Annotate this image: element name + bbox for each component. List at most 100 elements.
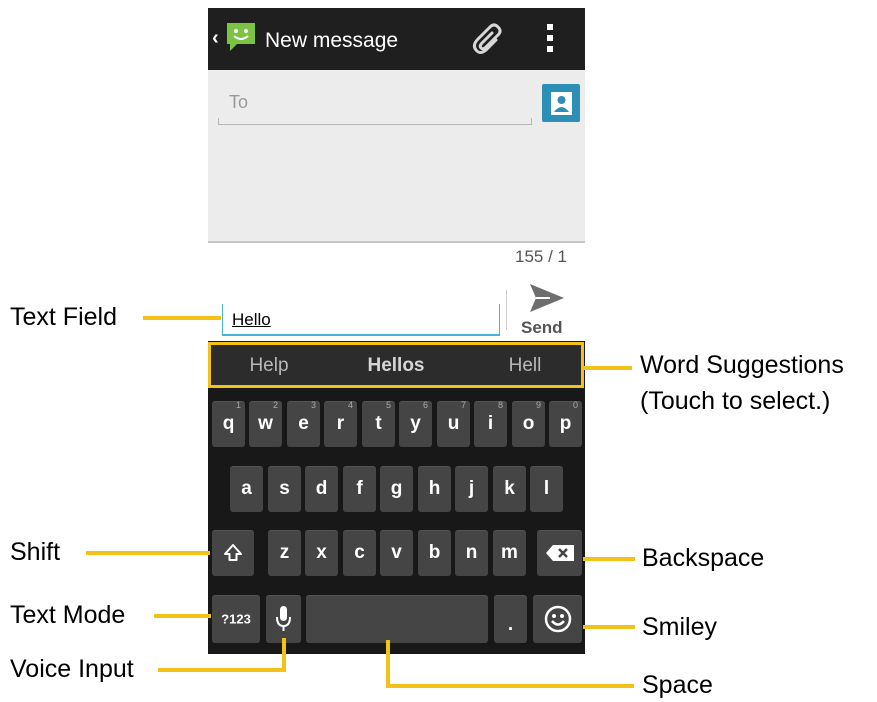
key-g[interactable]: g <box>380 466 413 512</box>
key-label: ?123 <box>221 611 251 627</box>
key-label: n <box>465 542 478 563</box>
key-i[interactable]: 8i <box>474 400 507 447</box>
microphone-icon <box>276 606 291 631</box>
key-hint: 0 <box>572 400 578 410</box>
leader-word-suggestions <box>584 366 632 370</box>
key-label: h <box>428 478 441 499</box>
key-label: x <box>316 542 327 563</box>
send-button[interactable]: Send <box>521 318 563 338</box>
key-label: y <box>410 413 421 434</box>
key-p[interactable]: 0p <box>549 400 582 447</box>
contact-picker-button[interactable] <box>542 84 580 122</box>
back-chevron-icon[interactable]: ‹ <box>212 28 219 48</box>
key-label: s <box>279 478 290 499</box>
text-mode-key[interactable]: ?123 <box>212 595 260 643</box>
attach-paperclip-icon[interactable] <box>470 22 506 58</box>
callout-word-suggestions-note: (Touch to select.) <box>640 387 831 415</box>
suggestion-3[interactable]: Hell <box>465 355 585 377</box>
key-label: w <box>258 413 273 434</box>
shift-icon <box>224 544 242 561</box>
key-e[interactable]: 3e <box>287 400 320 447</box>
key-label: i <box>487 413 494 434</box>
key-f[interactable]: f <box>343 466 376 512</box>
action-bar-title: New message <box>265 29 399 52</box>
backspace-key[interactable] <box>537 530 582 576</box>
key-x[interactable]: x <box>305 530 338 576</box>
shift-key[interactable] <box>212 530 254 576</box>
leader-text-mode <box>154 614 211 618</box>
key-m[interactable]: m <box>493 530 526 576</box>
key-o[interactable]: 9o <box>512 400 545 447</box>
key-n[interactable]: n <box>455 530 488 576</box>
space-key[interactable] <box>306 595 488 643</box>
character-counter: 155 / 1 <box>515 247 567 266</box>
key-h[interactable]: h <box>418 466 451 512</box>
key-hint: 9 <box>535 400 541 410</box>
key-label: j <box>468 478 475 499</box>
callout-word-suggestions: Word Suggestions <box>640 351 844 379</box>
period-key[interactable]: . <box>494 595 527 643</box>
key-b[interactable]: b <box>418 530 451 576</box>
key-label: q <box>222 413 235 434</box>
smiley-key[interactable] <box>533 595 582 643</box>
key-r[interactable]: 4r <box>324 400 357 447</box>
key-label: . <box>507 613 514 635</box>
key-label: f <box>356 478 363 499</box>
key-hint: 1 <box>235 400 241 410</box>
key-hint: 5 <box>385 400 391 410</box>
key-label: v <box>391 542 402 563</box>
key-d[interactable]: d <box>305 466 338 512</box>
key-s[interactable]: s <box>268 466 301 512</box>
send-divider <box>506 290 507 330</box>
callout-shift: Shift <box>10 538 61 566</box>
leader-voice-input-h <box>158 668 286 672</box>
leader-backspace <box>583 557 635 561</box>
key-label: k <box>504 478 515 499</box>
key-label: b <box>428 542 441 563</box>
leader-text-field <box>143 316 221 320</box>
key-label: d <box>315 478 328 499</box>
compose-area <box>208 70 585 243</box>
send-icon[interactable] <box>528 280 566 316</box>
leader-smiley <box>583 625 635 629</box>
messaging-app-icon[interactable] <box>224 20 258 54</box>
leader-space-v <box>386 640 390 688</box>
smiley-icon <box>544 605 572 633</box>
key-t[interactable]: 5t <box>362 400 395 447</box>
key-label: t <box>375 413 382 434</box>
leader-space-h <box>386 684 634 688</box>
key-label: o <box>522 413 535 434</box>
key-k[interactable]: k <box>493 466 526 512</box>
key-c[interactable]: c <box>343 530 376 576</box>
key-j[interactable]: j <box>455 466 488 512</box>
to-field-placeholder[interactable]: To <box>229 92 248 113</box>
key-v[interactable]: v <box>380 530 413 576</box>
key-label: r <box>336 413 345 434</box>
callout-smiley: Smiley <box>642 613 718 641</box>
overflow-menu-icon[interactable] <box>543 22 557 58</box>
key-q[interactable]: 1q <box>212 400 245 447</box>
key-z[interactable]: z <box>268 530 301 576</box>
key-label: c <box>354 542 365 563</box>
key-a[interactable]: a <box>230 466 263 512</box>
key-hint: 4 <box>347 400 353 410</box>
to-field[interactable] <box>218 118 532 125</box>
suggestion-2[interactable]: Hellos <box>336 355 456 377</box>
key-hint: 8 <box>497 400 503 410</box>
key-label: m <box>501 542 518 563</box>
key-hint: 7 <box>460 400 466 410</box>
key-label: e <box>298 413 309 434</box>
key-hint: 6 <box>422 400 428 410</box>
key-label: z <box>279 542 290 563</box>
key-l[interactable]: l <box>530 466 563 512</box>
backspace-icon <box>546 545 574 561</box>
key-hint: 2 <box>272 400 278 410</box>
key-y[interactable]: 6y <box>399 400 432 447</box>
key-label: g <box>390 478 403 499</box>
suggestion-1[interactable]: Help <box>209 355 329 377</box>
leader-shift <box>86 551 210 555</box>
voice-input-key[interactable] <box>266 595 301 643</box>
key-w[interactable]: 2w <box>249 400 282 447</box>
key-u[interactable]: 7u <box>437 400 470 447</box>
key-hint: 3 <box>310 400 316 410</box>
